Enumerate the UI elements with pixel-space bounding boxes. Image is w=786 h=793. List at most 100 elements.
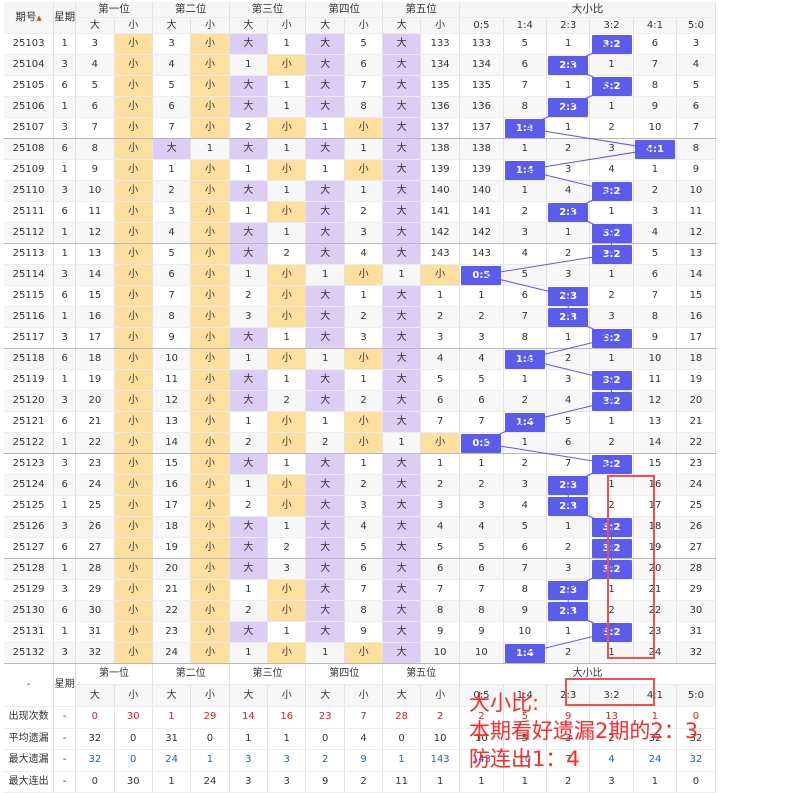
small-cell: 2 [420,306,461,328]
position-header: 第一位 [75,2,153,18]
sort-icon[interactable]: ▲ [36,14,41,22]
ratio-cell: 2 [503,453,547,475]
big-cell: 大 [305,75,346,97]
issue-cell: 25131 [4,621,55,643]
small-header: 小 [420,17,461,34]
highlight-box-2-3 [607,475,655,659]
small-cell: 小 [190,285,230,307]
small-cell: 小 [190,411,230,433]
stats-cell: 143 [420,749,461,772]
stats-week: - [53,771,77,793]
big-cell: 13 [152,411,192,433]
ratio-cell: 8 [633,306,678,328]
big-cell: 7 [152,285,192,307]
small-cell: 小 [267,117,307,139]
ratio-cell: 2 [589,432,634,454]
big-cell: 32 [75,642,115,664]
ratio-cell: 5 [503,33,547,55]
table-row: 25108 6 8 小大 1 大 1 大 1 大 138 138 1 2 3 4:1 8 [4,138,786,160]
big-header: 大 [75,17,115,34]
stats-cell: 3 [267,771,307,793]
ratio-cell: 1:4 [503,642,547,664]
small-cell: 小 [114,516,153,538]
stats-cell: 0 [75,771,115,793]
week-cell: 3 [53,180,77,202]
small-cell: 133 [420,33,461,55]
stats-cell: 7 [344,706,384,729]
big-cell: 大 [382,306,422,328]
issue-cell: 25120 [4,390,55,412]
small-cell: 143 [420,243,461,265]
ratio-cell: 5 [459,537,504,559]
big-cell: 3 [152,201,192,223]
ratio-col-header: 4:1 [633,17,678,34]
small-cell: 小 [114,642,153,664]
big-cell: 大 [382,285,422,307]
ratio-cell: 7 [503,558,547,580]
week-cell: 6 [53,138,77,160]
big-cell: 大 [382,138,422,160]
small-cell: 小 [190,642,230,664]
big-cell: 大 [382,411,422,433]
small-cell: 小 [190,306,230,328]
small-cell: 小 [420,432,461,454]
big-cell: 大 [382,243,422,265]
ratio-cell: 2 [589,117,634,139]
ratio-cell: 7 [503,306,547,328]
small-header: 小 [190,684,230,707]
big-cell: 大 [382,180,422,202]
position-header: 第三位 [229,2,307,18]
ratio-cell: 1 [546,117,591,139]
ratio-cell: 1 [546,327,591,349]
small-cell: 6 [344,54,384,76]
table-row: 25132 3 32 小 24 小 1 小 1 小大 10 10 1:4 2 1 24 32 [4,642,786,664]
small-cell: 小 [267,348,307,370]
big-cell: 19 [152,537,192,559]
ratio-pill: 1:4 [504,349,545,369]
ratio-cell: 1 [546,33,591,55]
small-cell: 4 [344,516,384,538]
small-cell: 1 [267,621,307,643]
ratio-cell: 1 [589,96,634,118]
small-cell: 7 [344,579,384,601]
ratio-cell: 4 [546,390,591,412]
big-cell: 1 [229,411,269,433]
ratio-cell: 4 [503,243,547,265]
ratio-cell: 3 [546,558,591,580]
stats-cell: 1 [633,771,678,793]
small-header: 小 [420,684,461,707]
big-cell: 1 [229,264,269,286]
ratio-col-header: 1:4 [503,17,547,34]
issue-cell: 25113 [4,243,55,265]
issue-cell: 25124 [4,474,55,496]
annotation-line-3: 防连出1：4 [469,747,580,771]
small-header: 小 [344,17,384,34]
issue-header[interactable]: 期号▲ [4,2,55,34]
position-header: 第五位 [382,2,461,18]
ratio-cell: 4 [503,495,547,517]
small-cell: 小 [114,327,153,349]
week-cell: 3 [53,117,77,139]
big-cell: 5 [152,75,192,97]
big-header: 大 [382,17,422,34]
small-cell: 小 [190,600,230,622]
small-cell: 4 [344,243,384,265]
small-cell: 小 [190,75,230,97]
ratio-cell: 6 [633,264,678,286]
stats-cell: 3 [229,771,269,793]
big-cell: 14 [75,264,115,286]
small-cell: 小 [190,222,230,244]
small-header: 小 [344,684,384,707]
ratio-cell: 19 [676,369,716,391]
table-row: 25125 1 25 小 17 小 2 小大 3 大 3 3 4 2:3 2 17 25 [4,495,786,517]
stats-cell: 1 [190,749,230,772]
ratio-cell: 18 [676,348,716,370]
header-row: 大小大小大小大小大小 0:5 1:4 2:3 3:2 4:1 5:0 [4,17,786,34]
issue-cell: 25128 [4,558,55,580]
small-cell: 小 [267,579,307,601]
week-cell: 1 [53,96,77,118]
big-cell: 大 [305,180,346,202]
big-cell: 大 [152,138,192,160]
stats-cell: 3 [229,749,269,772]
small-cell: 2 [344,390,384,412]
